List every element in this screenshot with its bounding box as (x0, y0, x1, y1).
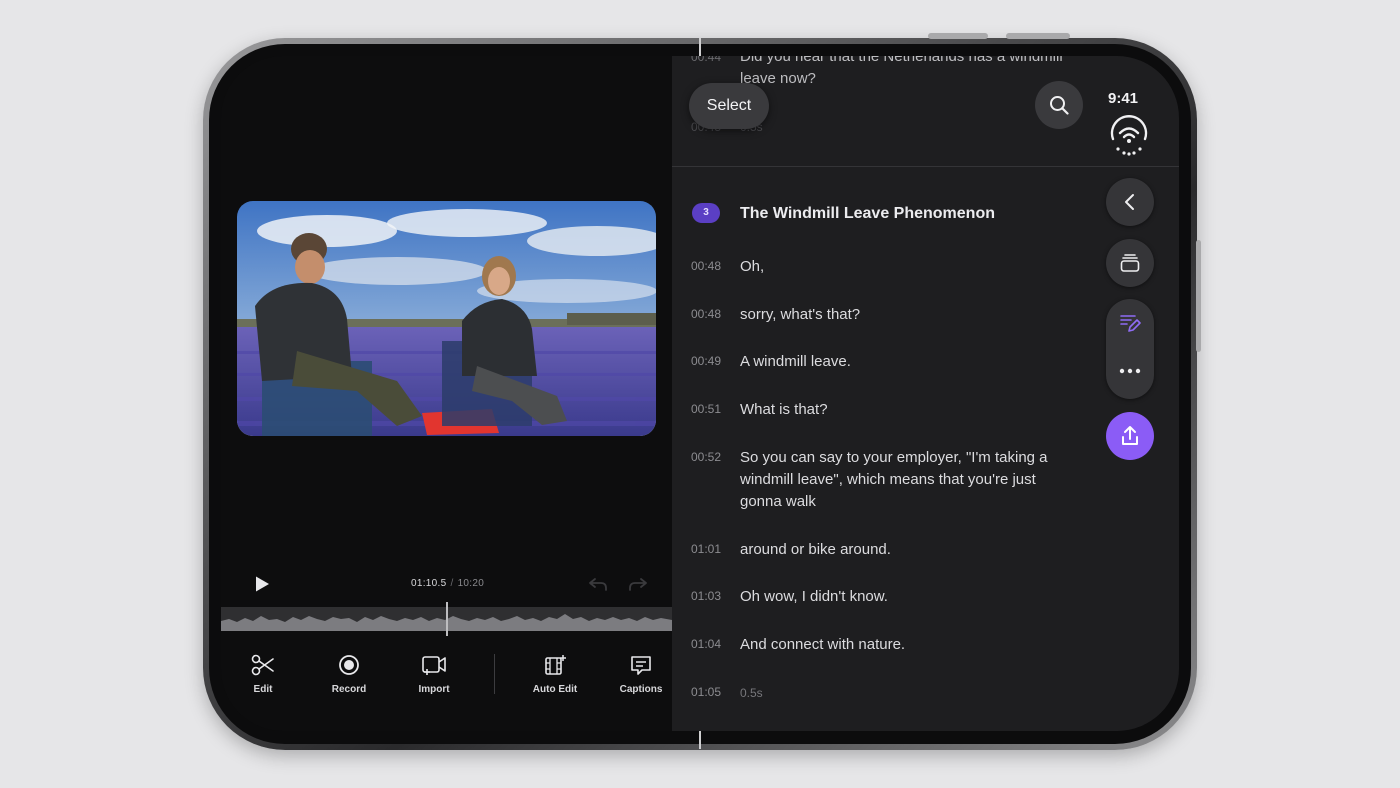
pause-marker[interactable]: 0.5s (740, 682, 1070, 704)
wifi-icon (1110, 115, 1148, 156)
time-separator: / (450, 578, 454, 589)
segment-text[interactable]: And connect with nature. (740, 634, 1070, 656)
search-button[interactable] (1035, 81, 1083, 129)
chevron-left-icon (1125, 194, 1134, 210)
import-label: Import (418, 684, 450, 695)
auto-edit-button[interactable]: Auto Edit (520, 648, 590, 695)
redo-icon[interactable] (628, 576, 648, 592)
video-frame (237, 201, 656, 436)
segment-time: 00:44 (691, 56, 722, 64)
more-icon[interactable] (1119, 367, 1141, 375)
current-time: 01:10.5 (411, 578, 447, 589)
segment-time: 01:03 (691, 589, 722, 603)
side-button (1196, 240, 1201, 352)
pause-marker[interactable]: 0.5s (740, 116, 1070, 138)
segment-time: 01:01 (691, 542, 722, 556)
record-icon (339, 655, 359, 675)
segment-text[interactable]: What is that? (740, 399, 1070, 421)
playhead[interactable] (446, 602, 448, 636)
segment-text[interactable]: sorry, what's that? (740, 304, 1070, 326)
segment-time: 01:05 (691, 685, 722, 699)
chapter-number-badge: 3 (692, 203, 720, 223)
segment-time: 00:48 (691, 307, 722, 321)
status-clock: 9:41 (1108, 90, 1139, 107)
hinge-top (699, 38, 701, 56)
segment-time: 00:52 (691, 450, 722, 464)
export-button[interactable] (1106, 412, 1154, 460)
volume-button (928, 33, 988, 39)
segment-time: 00:51 (691, 402, 722, 416)
screen: 01:10.5/10:20 Edit Record Import Auto Ed… (221, 56, 1179, 731)
timecode: 01:10.5/10:20 (411, 578, 484, 589)
select-button[interactable]: Select (689, 83, 769, 129)
total-time: 10:20 (457, 578, 485, 589)
captions-icon (631, 656, 651, 675)
share-icon (1122, 426, 1138, 445)
segment-text[interactable]: So you can say to your employer, "I'm ta… (740, 447, 1070, 513)
power-button (1006, 33, 1070, 39)
segment-time: 00:49 (691, 354, 722, 368)
segment-time: 00:48 (691, 259, 722, 273)
header-divider (672, 166, 1179, 167)
edit-script-icon[interactable] (1119, 312, 1141, 334)
import-button[interactable]: Import (399, 648, 469, 695)
chapter-title[interactable]: The Windmill Leave Phenomenon (740, 203, 995, 225)
toolbar-divider (494, 654, 495, 694)
captions-button[interactable]: Captions (606, 648, 676, 695)
segment-text[interactable]: Did you hear that the Netherlands has a … (740, 56, 1070, 90)
back-button[interactable] (1106, 178, 1154, 226)
bottom-toolbar: Edit Record Import Auto Edit Captions (221, 648, 672, 708)
scissors-icon (251, 654, 274, 676)
tools-pill (1106, 299, 1154, 399)
layers-button[interactable] (1106, 239, 1154, 287)
video-preview[interactable] (237, 201, 656, 436)
film-sparkle-icon (545, 655, 566, 675)
play-icon[interactable] (253, 575, 271, 593)
edit-button[interactable]: Edit (228, 648, 298, 695)
segment-time: 01:04 (691, 637, 722, 651)
editor-pane: 01:10.5/10:20 Edit Record Import Auto Ed… (221, 56, 672, 731)
layers-icon (1120, 254, 1140, 272)
playback-controls: 01:10.5/10:20 (221, 571, 672, 597)
hinge-bottom (699, 731, 701, 749)
search-icon (1050, 96, 1069, 115)
edit-label: Edit (253, 684, 273, 695)
record-button[interactable]: Record (314, 648, 384, 695)
segment-text[interactable]: A windmill leave. (740, 351, 1070, 373)
record-label: Record (331, 684, 367, 695)
segment-text[interactable]: Oh wow, I didn't know. (740, 586, 1070, 608)
segment-text[interactable]: Oh, (740, 256, 1070, 278)
auto-edit-label: Auto Edit (532, 684, 578, 695)
captions-label: Captions (619, 684, 663, 695)
transcript-pane: 00:44 Did you hear that the Netherlands … (672, 56, 1179, 731)
segment-text[interactable]: around or bike around. (740, 539, 1070, 561)
video-import-icon (422, 656, 446, 675)
undo-icon[interactable] (588, 576, 608, 592)
